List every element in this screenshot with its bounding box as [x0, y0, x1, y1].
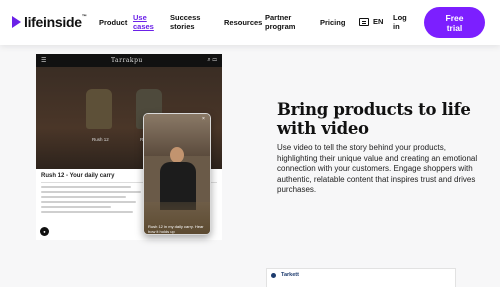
menu-icon: ☰ [41, 58, 47, 64]
text-line [41, 196, 126, 198]
hero-description: Use video to tell the story behind your … [277, 143, 478, 195]
text-line [41, 201, 136, 203]
preview-header: Tarkett [267, 269, 455, 281]
nav-resources[interactable]: Resources [224, 18, 262, 27]
top-navigation-bar: lifeinside™ Product Use cases Success st… [0, 0, 500, 45]
cart-icon: ⌕ ▭ [207, 57, 217, 63]
nav-partner-program[interactable]: Partner program [265, 13, 299, 31]
product-label: Rush 12 [92, 137, 109, 142]
language-icon [359, 17, 369, 26]
nav-pricing[interactable]: Pricing [320, 18, 345, 27]
nav-product[interactable]: Product [99, 18, 127, 27]
tarkett-logo-text: Tarkett [281, 272, 299, 278]
free-trial-button[interactable]: Free trial [424, 7, 485, 38]
logo-text: lifeinside™ [24, 14, 87, 30]
shop-header: ☰ Tarrakpu ⌕ ▭ [36, 54, 222, 67]
tarkett-logo-icon [271, 272, 276, 278]
chat-badge-icon: ● [40, 227, 49, 236]
presenter-head [170, 147, 184, 163]
language-label: EN [373, 17, 384, 26]
language-selector[interactable]: EN [359, 17, 383, 26]
free-trial-label: Free trial [445, 12, 464, 33]
text-line [41, 186, 131, 188]
backpack-image [86, 89, 112, 129]
play-icon [12, 16, 21, 28]
text-line [41, 191, 141, 193]
text-line [41, 206, 111, 208]
page-headline: Bring products to life with video [277, 100, 471, 138]
next-showcase-preview: Tarkett [266, 268, 456, 287]
lifeinside-logo[interactable]: lifeinside™ [12, 14, 87, 30]
close-icon[interactable]: × [202, 117, 207, 122]
video-caption: Rush 12 in my daily carry. Hear how it h… [148, 224, 204, 234]
shop-brand: Tarrakpu [111, 57, 143, 64]
login-link[interactable]: Log in [393, 13, 413, 31]
nav-success-stories[interactable]: Success stories [170, 13, 206, 31]
video-widget[interactable]: × Rush 12 in my daily carry. Hear how it… [143, 113, 211, 235]
text-line [41, 211, 133, 213]
nav-use-cases[interactable]: Use cases [133, 13, 159, 31]
